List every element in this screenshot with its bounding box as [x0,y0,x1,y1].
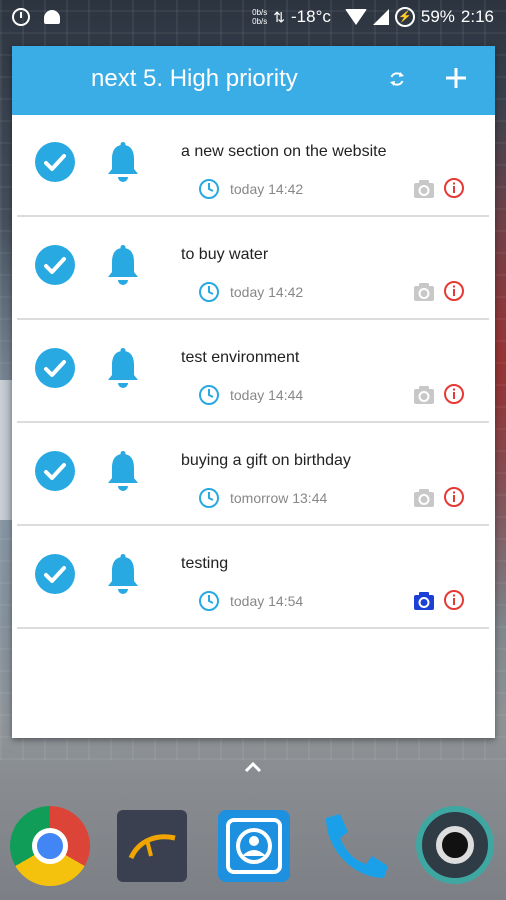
wifi-icon [344,9,367,25]
android-icon [44,10,60,24]
camera-icon[interactable] [413,282,435,302]
navigation-glyph-icon [128,834,176,860]
task-time: today 14:42 [230,181,304,197]
camera-app-icon[interactable] [416,806,494,884]
info-icon[interactable] [443,177,465,199]
signal-icon [372,9,389,25]
clock-icon [199,179,219,199]
data-arrows-icon: ⇅ [273,8,285,25]
info-icon[interactable] [443,589,465,611]
task-time: today 14:54 [230,593,304,609]
widget-header: next 5. High priority [12,46,495,115]
task-row[interactable]: a new section on the website today 14:42 [17,115,489,217]
info-icon[interactable] [443,383,465,405]
camera-icon[interactable] [413,179,435,199]
task-widget: next 5. High priority a new section on t… [12,46,495,738]
camera-icon[interactable] [413,591,435,611]
clock-icon [199,591,219,611]
gallery-glyph-icon [226,818,282,874]
task-title[interactable]: test environment [181,349,299,367]
camera-icon[interactable] [413,488,435,508]
info-icon[interactable] [443,280,465,302]
checkmark-icon [44,257,66,274]
complete-task-button[interactable] [35,451,75,491]
gallery-app-icon[interactable] [218,810,290,882]
battery-icon: ⚡ [394,7,415,27]
chrome-icon[interactable] [10,806,90,886]
alarm-icon [12,8,30,26]
add-task-button[interactable] [440,62,472,94]
complete-task-button[interactable] [35,348,75,388]
checkmark-icon [44,566,66,583]
task-time: today 14:44 [230,387,304,403]
bell-icon[interactable] [105,347,141,389]
status-bar: 0b/s 0b/s ⇅ -18°c ⚡ 59% 2:16 [0,0,506,36]
task-title[interactable]: buying a gift on birthday [181,452,351,470]
clock-icon [199,282,219,302]
camera-icon[interactable] [413,385,435,405]
clock-icon [199,385,219,405]
bell-icon[interactable] [105,141,141,183]
phone-icon[interactable] [318,808,392,882]
task-time: tomorrow 13:44 [230,490,328,506]
navigation-app-icon[interactable] [117,810,187,882]
checkmark-icon [44,360,66,377]
battery-level: 59% [420,7,455,26]
chevron-up-icon[interactable] [243,760,263,774]
task-row[interactable]: testing today 14:54 [17,527,489,629]
plus-icon [446,68,466,88]
phone-glyph-icon [326,814,388,878]
refresh-icon [390,72,404,86]
checkmark-icon [44,463,66,480]
complete-task-button[interactable] [35,245,75,285]
bell-icon[interactable] [105,553,141,595]
task-row[interactable]: to buy water today 14:42 [17,218,489,320]
task-title[interactable]: a new section on the website [181,143,386,161]
widget-title[interactable]: next 5. High priority [91,65,298,93]
bell-icon[interactable] [105,450,141,492]
info-icon[interactable] [443,486,465,508]
clock: 2:16 [460,7,494,26]
task-time: today 14:42 [230,284,304,300]
net-speed: 0b/s 0b/s [252,8,268,26]
clock-icon [199,488,219,508]
checkmark-icon [44,154,66,171]
app-dock [0,800,506,890]
task-title[interactable]: to buy water [181,246,268,264]
complete-task-button[interactable] [35,554,75,594]
bell-icon[interactable] [105,244,141,286]
complete-task-button[interactable] [35,142,75,182]
refresh-button[interactable] [384,66,410,92]
task-row[interactable]: test environment today 14:44 [17,321,489,423]
temperature: -18°c [291,7,331,26]
task-title[interactable]: testing [181,555,228,573]
task-list: a new section on the website today 14:42 [17,115,489,629]
task-row[interactable]: buying a gift on birthday tomorrow 13:44 [17,424,489,526]
